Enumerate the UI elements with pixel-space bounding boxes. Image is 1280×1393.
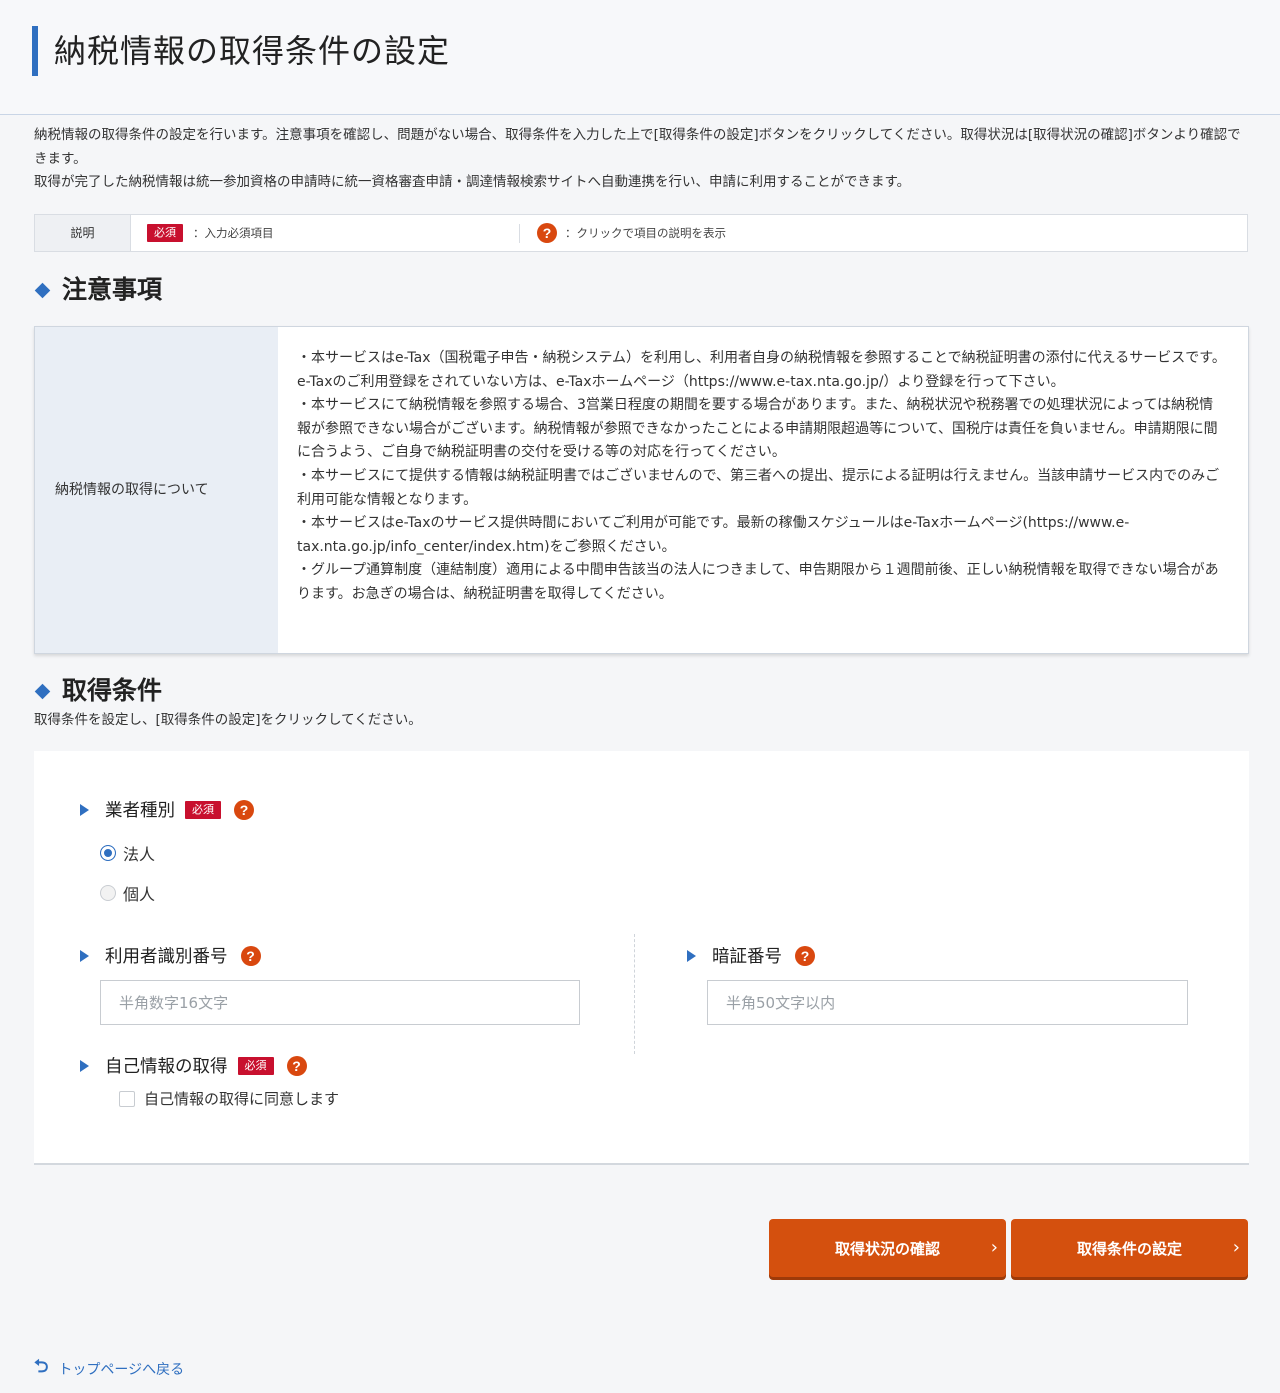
set-conditions-button-label: 取得条件の設定 — [1076, 1239, 1182, 1258]
check-status-button[interactable]: 取得状況の確認 › — [769, 1219, 1006, 1277]
triangle-right-icon — [80, 803, 89, 816]
help-icon[interactable]: ? — [795, 945, 815, 966]
notice-item: ・本サービスにて納税情報を参照する場合、3営業日程度の期間を要する場合があります… — [297, 397, 1218, 461]
page-header: 納税情報の取得条件の設定 — [0, 0, 1280, 115]
user-id-input[interactable] — [100, 980, 580, 1025]
business-type-label: 業者種別 必須 ? — [80, 797, 254, 822]
notice-item: ・グループ通算制度（連結制度）適用による中間申告該当の法人につきまして、申告期限… — [297, 562, 1219, 602]
legend-label: 説明 — [35, 215, 131, 251]
diamond-icon — [34, 683, 51, 699]
help-icon[interactable]: ? — [240, 945, 261, 966]
required-badge: 必須 — [185, 800, 221, 819]
notice-item: ・本サービスはe-Taxのサービス提供時間においてご利用が可能です。最新の稼働ス… — [297, 515, 1130, 555]
back-to-top-label: トップページへ戻る — [58, 1362, 185, 1378]
triangle-right-icon — [687, 949, 696, 962]
intro-line-1: 納税情報の取得条件の設定を行います。注意事項を確認し、問題がない場合、取得条件を… — [34, 127, 1241, 167]
triangle-right-icon — [80, 949, 89, 962]
business-type-label-text: 業者種別 — [105, 801, 175, 821]
radio-corporation[interactable]: 法人 — [100, 841, 155, 865]
required-badge: 必須 — [237, 1056, 274, 1075]
legend-required-text: ：入力必須項目 — [193, 226, 274, 240]
set-conditions-button[interactable]: 取得条件の設定 › — [1011, 1219, 1248, 1277]
user-id-label-text: 利用者識別番号 — [105, 947, 228, 967]
pin-input[interactable] — [707, 980, 1188, 1025]
help-icon: ? — [537, 223, 557, 243]
notice-item: ・本サービスはe-Tax（国税電子申告・納税システム）を利用し、利用者自身の納税… — [297, 350, 1226, 390]
user-id-label: 利用者識別番号 ? — [80, 943, 261, 968]
notice-heading: 注意事項 — [34, 274, 162, 306]
legend-divider — [519, 224, 520, 243]
conditions-description: 取得条件を設定し、[取得条件の設定]をクリックしてください。 — [34, 712, 422, 728]
notice-row-label: 納税情報の取得について — [35, 327, 278, 653]
legend-bar: 説明 必須 ：入力必須項目 ? ：クリックで項目の説明を表示 — [34, 214, 1248, 252]
return-arrow-icon: ⮌ — [34, 1356, 49, 1377]
conditions-heading: 取得条件 — [34, 675, 162, 707]
page-title: 納税情報の取得条件の設定 — [54, 32, 451, 70]
notice-heading-text: 注意事項 — [62, 275, 163, 304]
chevron-right-icon: › — [1232, 1237, 1240, 1258]
check-status-button-label: 取得状況の確認 — [834, 1239, 940, 1258]
pin-label: 暗証番号 ? — [687, 943, 815, 968]
page: 納税情報の取得条件の設定 納税情報の取得条件の設定を行います。注意事項を確認し、… — [0, 0, 1280, 1393]
self-info-consent[interactable]: 自己情報の取得に同意します — [119, 1088, 339, 1109]
consent-checkbox-label: 自己情報の取得に同意します — [144, 1090, 340, 1108]
chevron-right-icon: › — [990, 1237, 998, 1258]
radio-button-checked[interactable] — [100, 845, 116, 861]
conditions-form: 業者種別 必須 ? 法人 個人 利用者識別番号 ? 暗証番号 ? 自己情報の取得 — [34, 751, 1249, 1165]
notice-body: ・本サービスはe-Tax（国税電子申告・納税システム）を利用し、利用者自身の納税… — [297, 347, 1227, 607]
radio-individual[interactable]: 個人 — [100, 881, 155, 905]
self-info-label-text: 自己情報の取得 — [105, 1057, 228, 1077]
notice-item: ・本サービスにて提供する情報は納税証明書ではございませんので、第三者への提出、提… — [297, 467, 1220, 508]
consent-checkbox[interactable] — [119, 1090, 135, 1107]
radio-label: 個人 — [123, 885, 156, 904]
legend-help-text: ：クリックで項目の説明を表示 — [565, 226, 726, 240]
title-accent-bar — [32, 26, 38, 76]
triangle-right-icon — [80, 1059, 89, 1072]
intro-text: 納税情報の取得条件の設定を行います。注意事項を確認し、問題がない場合、取得条件を… — [34, 124, 1249, 195]
notice-table: 納税情報の取得について ・本サービスはe-Tax（国税電子申告・納税システム）を… — [34, 326, 1249, 654]
required-badge: 必須 — [147, 224, 183, 242]
radio-label: 法人 — [123, 845, 156, 864]
self-info-label: 自己情報の取得 必須 ? — [80, 1053, 307, 1078]
pin-label-text: 暗証番号 — [712, 947, 782, 967]
help-icon[interactable]: ? — [286, 1055, 307, 1076]
radio-button[interactable] — [100, 885, 116, 901]
diamond-icon — [34, 282, 51, 298]
back-to-top-link[interactable]: ⮌ トップページへ戻る — [34, 1354, 184, 1384]
column-divider — [634, 934, 635, 1054]
conditions-heading-text: 取得条件 — [62, 676, 163, 705]
help-icon[interactable]: ? — [234, 799, 254, 820]
intro-line-2: 取得が完了した納税情報は統一参加資格の申請時に統一資格審査申請・調達情報検索サイ… — [34, 174, 911, 190]
